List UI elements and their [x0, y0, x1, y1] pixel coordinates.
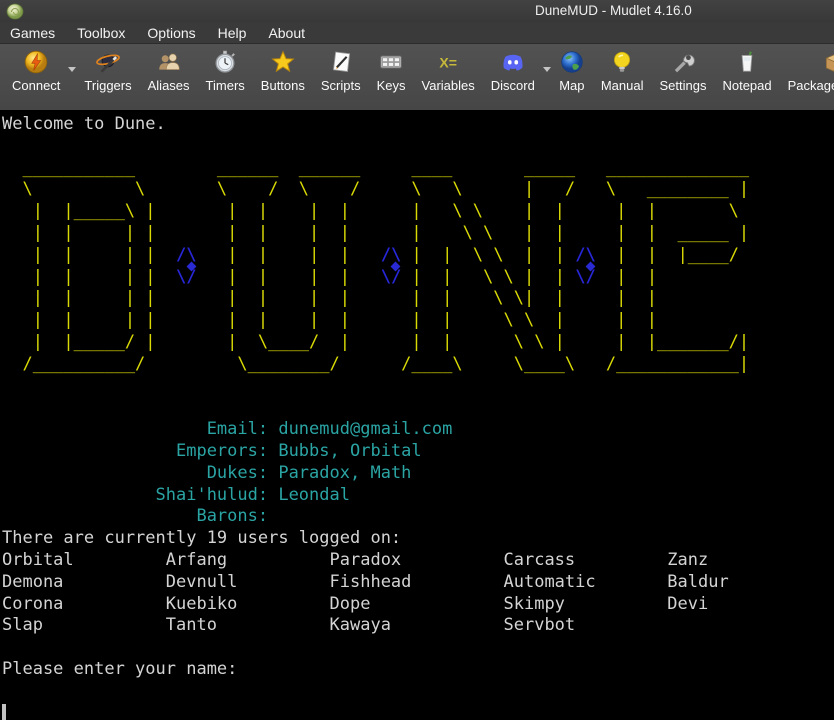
scripts-button[interactable]: Scripts [313, 49, 369, 93]
console-line: /__________/ \________/ /____\ \____\ /_… [2, 354, 834, 376]
console-line: Dukes: Paradox, Math [2, 463, 834, 485]
aliases-icon [156, 49, 182, 75]
settings-button[interactable]: Settings [651, 49, 714, 93]
mud-console[interactable]: Welcome to Dune. ___________ ______ ____… [0, 110, 834, 720]
keys-button[interactable]: Keys [369, 49, 414, 93]
console-line: Shai'hulud: Leondal [2, 485, 834, 507]
console-line [2, 637, 834, 659]
map-icon [559, 49, 585, 75]
scripts-icon [328, 49, 354, 75]
console-line: Emperors: Bubbs, Orbital [2, 441, 834, 463]
console-line: ___________ ______ ______ ____ _____ ___… [2, 158, 834, 180]
timers-icon [212, 49, 238, 75]
connect-button[interactable]: Connect [4, 49, 68, 93]
triggers-button[interactable]: Triggers [76, 49, 139, 93]
triggers-label: Triggers [84, 78, 131, 93]
triggers-icon [95, 49, 121, 75]
variables-label: Variables [422, 78, 475, 93]
chevron-down-icon [68, 67, 76, 72]
variables-icon: X= [435, 49, 461, 75]
map-label: Map [559, 78, 584, 93]
menu-games[interactable]: Games [3, 23, 62, 43]
connect-dropdown-button[interactable] [68, 49, 76, 89]
console-line: Orbital Arfang Paradox Carcass Zanz [2, 550, 834, 572]
console-line: Welcome to Dune. [2, 114, 834, 136]
connect-icon [23, 49, 49, 75]
menu-about[interactable]: About [261, 23, 312, 43]
packages-button[interactable]: P Packages (exp.) [780, 49, 834, 93]
timers-button[interactable]: Timers [198, 49, 253, 93]
console-line: There are currently 19 users logged on: [2, 528, 834, 550]
console-line: Demona Devnull Fishhead Automatic Baldur [2, 572, 834, 594]
variables-icon-glyph: X= [439, 54, 457, 70]
console-line: | | | | | | | | | \ \ | | | | _____ | [2, 223, 834, 245]
console-line: Slap Tanto Kawaya Servbot [2, 615, 834, 637]
timers-label: Timers [206, 78, 245, 93]
toolbar: Connect Triggers [0, 44, 834, 110]
console-line: | | | | \/ | | | | \/ | | \ \ | | \/ | | [2, 267, 834, 289]
console-line [2, 397, 834, 419]
discord-button[interactable]: Discord [483, 49, 543, 93]
notepad-label: Notepad [722, 78, 771, 93]
settings-icon [670, 49, 696, 75]
menu-bar: Games Toolbox Options Help About [0, 22, 834, 44]
chevron-down-icon [543, 67, 551, 72]
keys-label: Keys [377, 78, 406, 93]
settings-label: Settings [659, 78, 706, 93]
console-line: Barons: [2, 506, 834, 528]
text-cursor[interactable] [2, 704, 6, 720]
map-button[interactable]: Map [551, 49, 593, 93]
menu-options[interactable]: Options [140, 23, 202, 43]
title-bar[interactable]: DuneMUD - Mudlet 4.16.0 [0, 0, 834, 22]
discord-icon [500, 49, 526, 75]
console-line: Email: dunemud@gmail.com [2, 419, 834, 441]
scripts-label: Scripts [321, 78, 361, 93]
buttons-icon [270, 49, 296, 75]
console-line: | | | | | | | | | | \ \| | | | [2, 288, 834, 310]
variables-button[interactable]: X= Variables [414, 49, 483, 93]
buttons-button[interactable]: Buttons [253, 49, 313, 93]
mudlet-logo-icon [6, 2, 24, 20]
console-line: | | | | /\ | | | | /\ | | \ \ | | /\ | |… [2, 245, 834, 267]
aliases-button[interactable]: Aliases [140, 49, 198, 93]
keys-icon [378, 49, 404, 75]
manual-button[interactable]: Manual [593, 49, 652, 93]
mudlet-window: DuneMUD - Mudlet 4.16.0 Games Toolbox Op… [0, 0, 834, 720]
console-line: | |_____/ | | \____/ | | | \ \ | | |____… [2, 332, 834, 354]
notepad-icon [734, 49, 760, 75]
console-line [2, 376, 834, 398]
console-line: Corona Kuebiko Dope Skimpy Devi [2, 594, 834, 616]
menu-toolbox[interactable]: Toolbox [70, 23, 132, 43]
window-title: DuneMUD - Mudlet 4.16.0 [535, 3, 692, 18]
discord-label: Discord [491, 78, 535, 93]
console-line [2, 681, 834, 703]
aliases-label: Aliases [148, 78, 190, 93]
console-line: Please enter your name: [2, 659, 834, 681]
menu-help[interactable]: Help [211, 23, 254, 43]
console-line: \ \ \ / \ / \ \ | / \ ________ | [2, 179, 834, 201]
manual-label: Manual [601, 78, 644, 93]
connect-label: Connect [12, 78, 60, 93]
discord-dropdown-button[interactable] [543, 49, 551, 89]
buttons-label: Buttons [261, 78, 305, 93]
console-line: | | | | | | | | | | \ \ | | | [2, 310, 834, 332]
notepad-button[interactable]: Notepad [714, 49, 779, 93]
console-line [2, 136, 834, 158]
packages-label: Packages (exp.) [788, 78, 834, 93]
console-line: | |_____\ | | | | | | \ \ | | | | \ [2, 201, 834, 223]
manual-icon [609, 49, 635, 75]
packages-icon: P [822, 49, 834, 75]
